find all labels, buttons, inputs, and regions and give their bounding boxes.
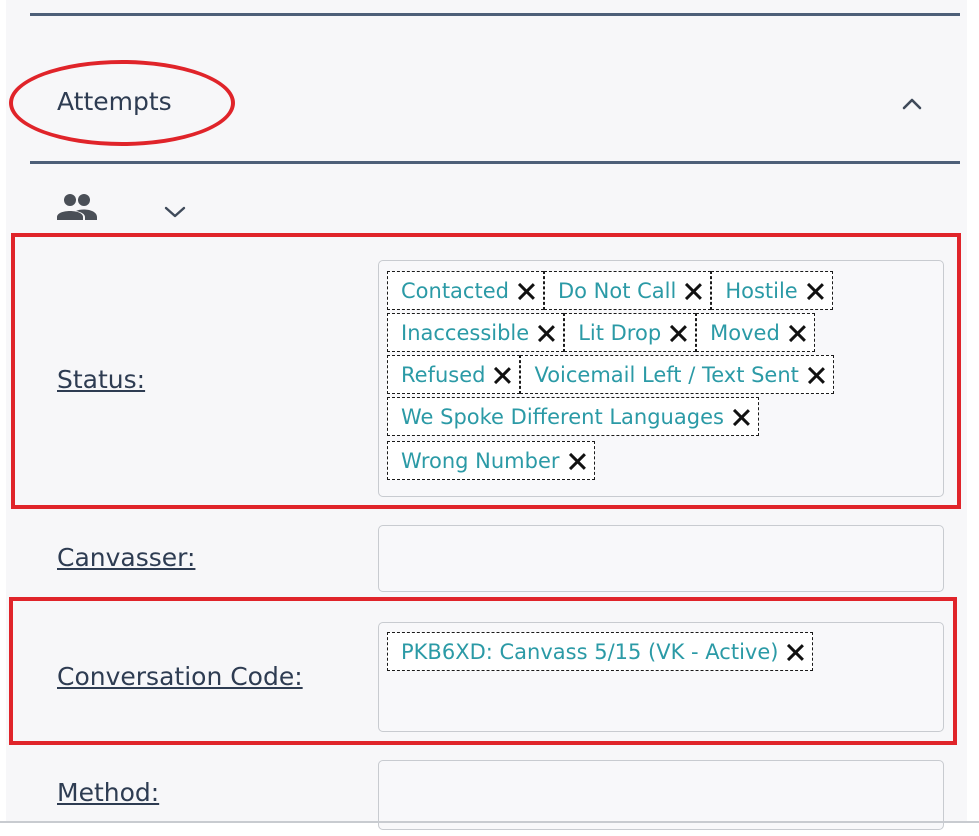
- close-icon[interactable]: [732, 408, 750, 426]
- bottom-divider: [0, 821, 979, 823]
- close-icon[interactable]: [669, 324, 687, 342]
- method-label[interactable]: Method:: [57, 777, 159, 809]
- method-field[interactable]: [378, 760, 944, 830]
- status-tag-row-3: Refused Voicemail Left / Text Sent: [387, 355, 834, 394]
- conversation-code-tag[interactable]: PKB6XD: Canvass 5/15 (VK - Active): [387, 632, 814, 671]
- status-tag[interactable]: We Spoke Different Languages: [387, 397, 759, 436]
- close-icon[interactable]: [786, 643, 804, 661]
- top-divider: [30, 13, 960, 16]
- conversation-code-tag-row: PKB6XD: Canvass 5/15 (VK - Active): [387, 632, 814, 671]
- tag-label: Moved: [710, 320, 780, 345]
- status-label[interactable]: Status:: [57, 364, 145, 396]
- canvasser-label[interactable]: Canvasser:: [57, 542, 195, 574]
- tag-label: Inaccessible: [401, 320, 530, 345]
- status-tag[interactable]: Moved: [696, 313, 815, 352]
- status-tag[interactable]: Refused: [387, 355, 521, 394]
- status-tag[interactable]: Lit Drop: [564, 313, 697, 352]
- status-tag[interactable]: Inaccessible: [387, 313, 565, 352]
- status-tag-row-5: Wrong Number: [387, 441, 595, 480]
- tag-label: Voicemail Left / Text Sent: [534, 362, 799, 387]
- tag-label: Refused: [401, 362, 486, 387]
- section-title: Attempts: [57, 87, 172, 116]
- tag-label: Hostile: [725, 278, 798, 303]
- close-icon[interactable]: [493, 366, 511, 384]
- status-tag[interactable]: Wrong Number: [387, 441, 595, 480]
- close-icon[interactable]: [568, 452, 586, 470]
- status-tag[interactable]: Contacted: [387, 271, 544, 310]
- section-divider: [30, 161, 960, 164]
- chevron-up-icon: [902, 98, 922, 110]
- people-icon[interactable]: [56, 190, 98, 224]
- status-tag-row-4: We Spoke Different Languages: [387, 397, 759, 436]
- tag-label: Wrong Number: [401, 448, 560, 473]
- close-icon[interactable]: [684, 282, 702, 300]
- tag-label: We Spoke Different Languages: [401, 404, 724, 429]
- status-tag[interactable]: Do Not Call: [543, 271, 712, 310]
- tag-label: Contacted: [401, 278, 509, 303]
- conversation-code-label[interactable]: Conversation Code:: [57, 661, 303, 693]
- tag-label: Do Not Call: [557, 278, 677, 303]
- status-tag[interactable]: Voicemail Left / Text Sent: [520, 355, 834, 394]
- close-icon[interactable]: [517, 282, 535, 300]
- chevron-down-icon: [164, 206, 186, 218]
- close-icon[interactable]: [537, 324, 555, 342]
- status-tag[interactable]: Hostile: [711, 271, 833, 310]
- tag-label: Lit Drop: [578, 320, 662, 345]
- tag-label: PKB6XD: Canvass 5/15 (VK - Active): [401, 639, 779, 664]
- collapse-button[interactable]: [896, 88, 928, 120]
- close-icon[interactable]: [807, 366, 825, 384]
- status-tag-row-2: Inaccessible Lit Drop Moved: [387, 313, 815, 352]
- status-tag-row-1: Contacted Do Not Call Hostile: [387, 271, 833, 310]
- people-dropdown-toggle[interactable]: [160, 200, 190, 224]
- close-icon[interactable]: [788, 324, 806, 342]
- close-icon[interactable]: [806, 282, 824, 300]
- canvasser-field[interactable]: [378, 525, 944, 592]
